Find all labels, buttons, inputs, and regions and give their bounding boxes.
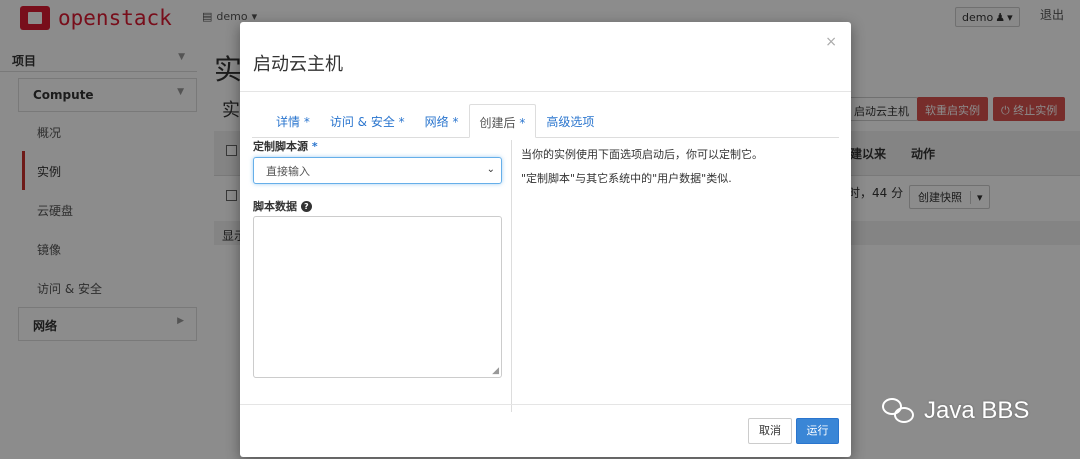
- tab-label: 访问 & 安全: [329, 115, 395, 129]
- required-marker: *: [303, 115, 310, 129]
- modal-tabs: 详情 * 访问 & 安全 * 网络 * 创建后 * 高级选项: [252, 104, 839, 138]
- required-marker: *: [311, 140, 318, 153]
- script-source-label: 定制脚本源 *: [253, 138, 511, 154]
- tab-label: 创建后: [479, 116, 516, 130]
- modal-title: 启动云主机: [253, 54, 343, 75]
- tab-post-creation[interactable]: 创建后 *: [468, 104, 537, 138]
- close-icon[interactable]: ×: [825, 34, 837, 50]
- launch-instance-modal: 启动云主机 × 详情 * 访问 & 安全 * 网络 * 创建后 * 高级选项 定…: [240, 22, 851, 457]
- script-data-label-text: 脚本数据: [253, 200, 297, 213]
- resize-handle-icon[interactable]: ◢: [492, 366, 499, 376]
- watermark: Java BBS: [882, 396, 1029, 426]
- required-marker: *: [452, 115, 459, 129]
- tab-advanced-options[interactable]: 高级选项: [536, 104, 604, 137]
- column-divider: [511, 140, 512, 412]
- script-source-select[interactable]: 直接输入 ⌄: [253, 157, 502, 184]
- modal-header: 启动云主机 ×: [240, 22, 851, 92]
- tab-label: 详情: [276, 115, 301, 129]
- tab-details[interactable]: 详情 *: [266, 104, 320, 137]
- cancel-button[interactable]: 取消: [748, 418, 792, 444]
- tab-networking[interactable]: 网络 *: [415, 104, 469, 137]
- required-marker: *: [398, 115, 405, 129]
- help-text-line-2: "定制脚本"与其它系统中的"用户数据"类似.: [521, 172, 732, 186]
- chevron-down-icon: ⌄: [486, 164, 495, 175]
- form-column: 定制脚本源 * 直接输入 ⌄ 脚本数据 ? ◢: [253, 138, 511, 378]
- script-source-label-text: 定制脚本源: [253, 140, 308, 153]
- watermark-text: Java BBS: [924, 397, 1030, 424]
- script-data-textarea[interactable]: ◢: [253, 216, 502, 378]
- help-text-line-1: 当你的实例使用下面选项启动后，你可以定制它。: [521, 148, 763, 161]
- wechat-icon: [882, 396, 916, 426]
- run-button[interactable]: 运行: [796, 418, 839, 444]
- tab-access-security[interactable]: 访问 & 安全 *: [320, 104, 415, 137]
- tab-label: 高级选项: [546, 115, 595, 129]
- script-source-selected-value: 直接输入: [266, 165, 310, 178]
- modal-footer: 取消 运行: [240, 404, 851, 457]
- required-marker: *: [519, 116, 526, 130]
- tab-label: 网络: [424, 115, 449, 129]
- question-circle-icon[interactable]: ?: [300, 201, 312, 212]
- script-data-label: 脚本数据 ?: [253, 198, 312, 214]
- help-column: 当你的实例使用下面选项启动后，你可以定制它。 "定制脚本"与其它系统中的"用户数…: [521, 147, 841, 196]
